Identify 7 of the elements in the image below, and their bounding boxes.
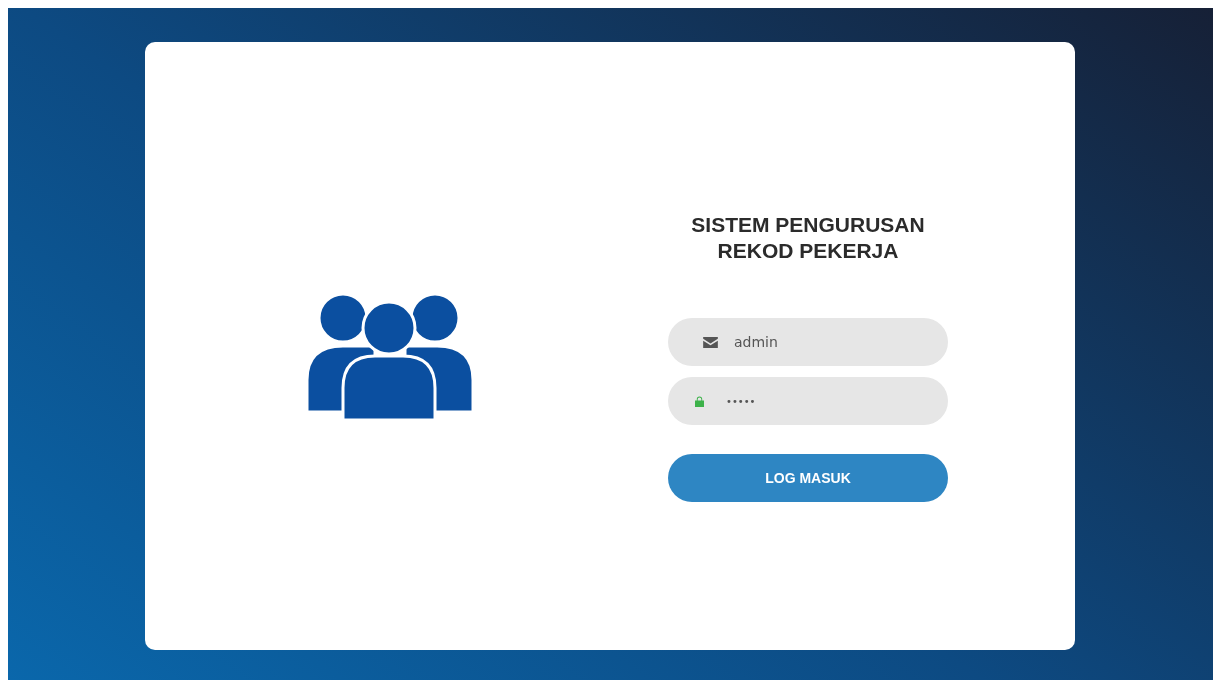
app-title: SISTEM PENGURUSAN REKOD PEKERJA [690,211,926,264]
users-icon [305,292,475,422]
input-field[interactable]: ••••• [668,377,948,426]
envelope-icon [703,336,718,348]
lock-icon [695,395,704,407]
input-field[interactable]: admin [668,318,948,367]
login-button[interactable]: LOG MASUK [668,454,948,503]
